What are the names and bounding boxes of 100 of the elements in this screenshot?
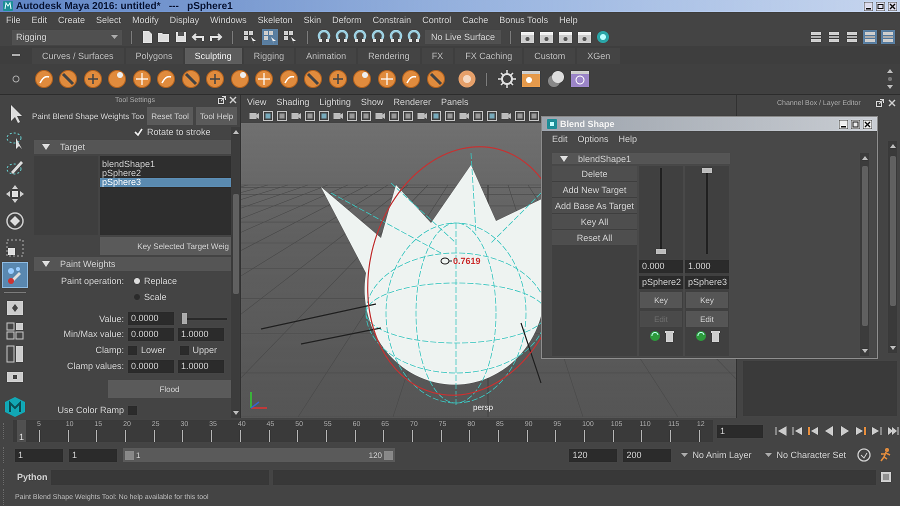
weight-field[interactable]: 0.000 bbox=[639, 260, 683, 273]
window-icon[interactable] bbox=[521, 69, 541, 89]
shelf-tab[interactable]: Curves / Surfaces bbox=[32, 48, 124, 64]
menu-item[interactable]: Cache bbox=[462, 15, 488, 25]
maximize-icon[interactable] bbox=[851, 120, 860, 128]
shelf-tab[interactable]: Custom bbox=[524, 48, 576, 64]
checkbox[interactable] bbox=[128, 346, 137, 355]
target-list[interactable]: blendShape1 pSphere2 pSphere3 bbox=[100, 156, 231, 236]
clamp-min-field[interactable]: 0.0000 bbox=[128, 360, 174, 373]
panel-toggle-button[interactable] bbox=[809, 30, 823, 44]
max-field[interactable]: 1.0000 bbox=[178, 328, 224, 341]
minimize-icon[interactable] bbox=[864, 2, 873, 10]
action-button[interactable]: Add Base As Target bbox=[552, 198, 637, 214]
list-item[interactable]: pSphere3 bbox=[100, 178, 231, 187]
list-item[interactable]: blendShape1 bbox=[100, 160, 231, 169]
action-button[interactable]: Delete bbox=[552, 166, 637, 182]
shelf-tab[interactable]: Animation bbox=[296, 48, 356, 64]
panel-toggle-button[interactable] bbox=[881, 30, 895, 44]
menu-item[interactable]: Help bbox=[559, 15, 578, 25]
ball-icon[interactable] bbox=[278, 69, 298, 89]
scrollbar[interactable] bbox=[231, 127, 240, 418]
menu-item[interactable]: Shading bbox=[276, 97, 310, 107]
scroll-arrows-icon[interactable] bbox=[886, 68, 894, 90]
scrollbar[interactable] bbox=[860, 153, 869, 356]
step-back-icon[interactable] bbox=[791, 425, 803, 437]
restore-icon[interactable] bbox=[876, 2, 885, 10]
radio-button[interactable] bbox=[134, 294, 140, 300]
layout-icon[interactable] bbox=[5, 344, 25, 364]
menu-item[interactable]: Skeleton bbox=[258, 15, 293, 25]
panel-toggle-button[interactable] bbox=[863, 30, 877, 44]
slider-thumb[interactable] bbox=[182, 313, 187, 324]
magnet-icon[interactable] bbox=[335, 30, 349, 44]
camera-icon[interactable] bbox=[501, 111, 511, 121]
value-field[interactable]: 0.0000 bbox=[128, 312, 174, 326]
shelf-tab[interactable]: Rigging bbox=[244, 48, 294, 64]
end-frame-field[interactable]: 200 bbox=[623, 448, 672, 462]
undock-icon[interactable] bbox=[876, 99, 884, 107]
key-button[interactable]: Key bbox=[640, 292, 682, 308]
shelf-tab[interactable]: FX bbox=[422, 48, 454, 64]
target-name-field[interactable]: pSphere3 bbox=[685, 276, 729, 289]
action-button[interactable]: Add New Target bbox=[552, 182, 637, 198]
camera-icon[interactable] bbox=[459, 111, 469, 121]
shelf-tab[interactable]: Polygons bbox=[126, 48, 183, 64]
menu-item[interactable]: Windows bbox=[210, 15, 247, 25]
menu-item[interactable]: Control bbox=[422, 15, 452, 25]
playback-end-field[interactable]: 120 bbox=[569, 448, 618, 462]
magnet-icon[interactable] bbox=[353, 30, 367, 44]
scroll-thumb[interactable] bbox=[232, 194, 238, 294]
redo-icon[interactable] bbox=[209, 32, 223, 42]
layout-icon[interactable] bbox=[5, 321, 25, 341]
checkbox[interactable] bbox=[128, 406, 137, 415]
camera-icon[interactable] bbox=[375, 111, 385, 121]
scroll-thumb[interactable] bbox=[862, 166, 868, 326]
checkbox[interactable] bbox=[180, 346, 189, 355]
folder-icon[interactable] bbox=[157, 31, 171, 43]
menu-item[interactable]: Deform bbox=[332, 15, 362, 25]
camera-icon[interactable] bbox=[249, 111, 259, 121]
list-item[interactable]: pSphere2 bbox=[100, 168, 231, 178]
shelf-tab[interactable]: Sculpting bbox=[184, 48, 242, 64]
clapperboard-icon[interactable] bbox=[558, 30, 574, 44]
ball-icon[interactable] bbox=[401, 69, 421, 89]
close-icon[interactable] bbox=[888, 2, 897, 10]
skip-to-start-icon[interactable] bbox=[775, 425, 787, 437]
action-button[interactable]: Reset All bbox=[552, 230, 637, 246]
slider-thumb[interactable] bbox=[702, 168, 712, 173]
circles-icon[interactable] bbox=[546, 69, 566, 89]
shelf-tab[interactable]: FX Caching bbox=[455, 48, 522, 64]
magnet-icon[interactable] bbox=[407, 30, 421, 44]
target-name-field[interactable]: pSphere2 bbox=[639, 276, 683, 289]
menu-item[interactable]: Show bbox=[360, 97, 384, 107]
script-editor-icon[interactable] bbox=[880, 471, 892, 483]
radio-button[interactable] bbox=[134, 278, 140, 284]
magnet-icon[interactable] bbox=[317, 30, 331, 44]
camera-icon[interactable] bbox=[291, 111, 301, 121]
ball-icon[interactable] bbox=[230, 69, 250, 89]
panel-toggle-button[interactable] bbox=[827, 30, 841, 44]
section-header[interactable]: blendShape1 bbox=[552, 153, 730, 164]
range-slider[interactable]: 1 120 bbox=[123, 448, 395, 462]
menu-item[interactable]: Create bbox=[58, 15, 86, 25]
min-field[interactable]: 0.0000 bbox=[128, 328, 174, 341]
ball-icon[interactable] bbox=[107, 69, 127, 89]
scroll-thumb[interactable] bbox=[890, 156, 896, 306]
key-back-icon[interactable] bbox=[807, 425, 819, 437]
menu-item[interactable]: View bbox=[247, 97, 266, 107]
sphere-icon[interactable] bbox=[596, 30, 610, 44]
reset-tool-button[interactable]: Reset Tool bbox=[147, 107, 193, 125]
menu-item[interactable]: Renderer bbox=[393, 97, 431, 107]
weight-field[interactable]: 1.000 bbox=[685, 260, 729, 273]
auto-key-icon[interactable] bbox=[856, 447, 872, 463]
menu-item[interactable]: Edit bbox=[552, 134, 568, 144]
maya-logo-icon[interactable] bbox=[4, 396, 26, 418]
ball-icon[interactable] bbox=[456, 69, 476, 89]
magnet-icon[interactable] bbox=[389, 30, 403, 44]
playback-start-field[interactable]: 1 bbox=[69, 448, 117, 462]
camera-icon[interactable] bbox=[417, 111, 427, 121]
key-forward-icon[interactable] bbox=[855, 425, 867, 437]
minimize-icon[interactable] bbox=[839, 120, 848, 128]
trash-icon[interactable] bbox=[664, 330, 674, 342]
section-header[interactable]: Paint Weights bbox=[34, 257, 231, 271]
menu-item[interactable]: Display bbox=[170, 15, 200, 25]
